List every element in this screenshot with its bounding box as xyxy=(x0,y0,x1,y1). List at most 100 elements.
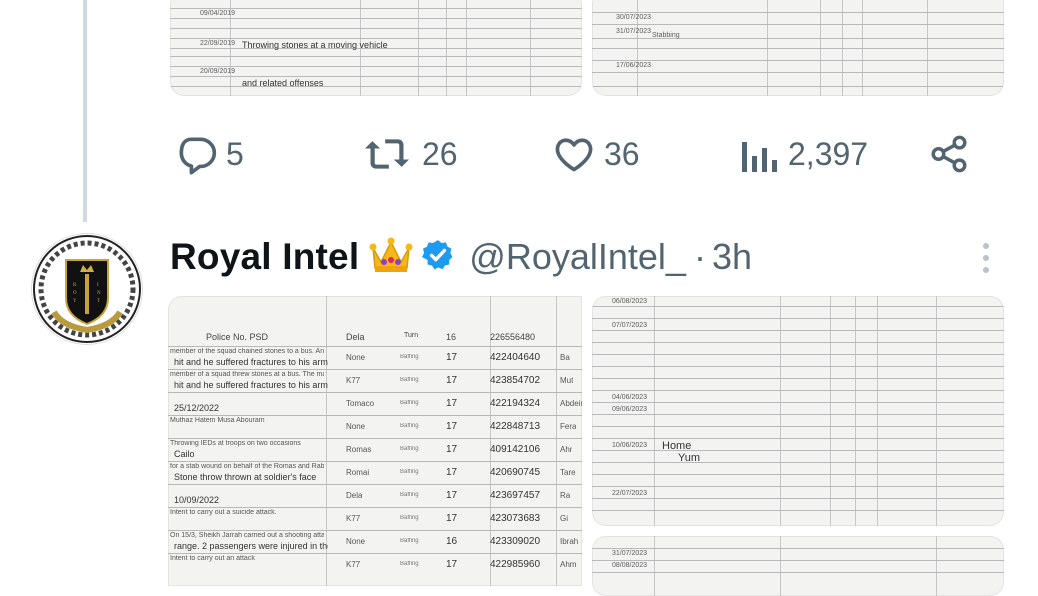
author-name[interactable]: Royal Intel xyxy=(170,236,359,278)
doc-handwritten-home: Home xyxy=(662,440,692,452)
row-id: 420690745 xyxy=(490,467,541,478)
row-type: Baffing xyxy=(400,561,419,567)
previous-media-right[interactable]: 30/07/2023 31/07/2023 17/06/2023 Stabbin… xyxy=(592,0,1004,96)
row-status: Dela xyxy=(346,491,363,500)
row-type: Baffing xyxy=(400,469,419,475)
views-count: 2,397 xyxy=(788,135,869,172)
row-type: Baffing xyxy=(400,515,419,521)
row-age: 17 xyxy=(446,375,458,386)
author-handle[interactable]: @RoyalIntel_ xyxy=(469,236,686,278)
repost-count: 26 xyxy=(422,135,458,172)
row-status: None xyxy=(346,537,366,546)
row-id: 423697457 xyxy=(490,490,541,501)
row-name: Tare xyxy=(560,468,576,477)
header-police: Police No. PSD xyxy=(206,332,269,342)
table-row: for a stab wound on behalf of the Romas … xyxy=(168,461,582,484)
row-id: 422404640 xyxy=(490,352,541,363)
row-status: None xyxy=(346,422,366,431)
verified-badge-icon[interactable] xyxy=(421,238,455,277)
svg-text:N: N xyxy=(97,291,101,296)
row-desc: On 15/3, Sheikh Jarrah carried out a sho… xyxy=(170,532,324,539)
row-desc: member of a squad threw stones at a bus.… xyxy=(170,371,324,378)
svg-text:T: T xyxy=(97,299,100,304)
thread-line xyxy=(83,0,87,222)
row-name: Gi xyxy=(560,514,568,523)
share-icon xyxy=(928,133,970,175)
table-row: On 15/3, Sheikh Jarrah carried out a sho… xyxy=(168,530,582,553)
row-id: 409142106 xyxy=(490,444,541,455)
row-status: None xyxy=(346,353,366,362)
row-type: Baffing xyxy=(400,538,419,544)
tweet-action-bar: 5 26 36 2,397 xyxy=(0,128,1038,180)
tweet-header: Royal Intel @RoyalIntel_ · 3h xyxy=(170,232,752,282)
row-name: Ra xyxy=(560,491,571,500)
header-age: 16 xyxy=(446,332,457,342)
row-name: Ibrah xyxy=(560,537,579,546)
row-desc: Throwing IEDs at troops on two occasions xyxy=(170,440,301,447)
reply-button[interactable]: 5 xyxy=(174,128,244,180)
document-table: member of the squad chained stones to a … xyxy=(168,330,582,576)
table-row: member of the squad chained stones to a … xyxy=(168,346,582,369)
tweet-media-right[interactable]: 06/08/2023 07/07/2023 04/06/2023 09/06/2… xyxy=(592,296,1004,526)
row-desc2: Cailo xyxy=(174,449,195,459)
row-id: 423854702 xyxy=(490,375,541,386)
row-type: Baffing xyxy=(400,492,419,498)
row-id: 423309020 xyxy=(490,536,541,547)
more-options-icon[interactable] xyxy=(980,240,992,274)
row-age: 17 xyxy=(446,421,458,432)
previous-media-left[interactable]: 09/04/2019 22/09/2019 20/09/2019 Throwin… xyxy=(170,0,582,96)
analytics-icon xyxy=(740,132,780,176)
repost-icon xyxy=(360,132,414,176)
table-row: Intent to carry out an attack K77 Baffing 1… xyxy=(168,553,582,576)
table-row: Throwing IEDs at troops on two occasions… xyxy=(168,438,582,461)
table-row: Muthaz Hatem Musa Abouram None Baffing 17 42… xyxy=(168,415,582,438)
tweet-timestamp[interactable]: 3h xyxy=(712,236,752,278)
row-desc2: Stone throw thrown at soldier's face xyxy=(174,472,317,482)
header-status: Dela xyxy=(346,332,365,342)
author-avatar[interactable]: R O Y I N T xyxy=(32,234,142,344)
row-status: K77 xyxy=(346,514,361,523)
row-status: K77 xyxy=(346,376,361,385)
row-desc: for a stab wound on behalf of the Romas … xyxy=(170,463,324,470)
row-status: Romai xyxy=(346,468,370,477)
like-button[interactable]: 36 xyxy=(552,128,640,180)
row-desc: Intent to carry out a suicide attack. xyxy=(170,509,277,516)
row-status: Tomaco xyxy=(346,399,375,408)
row-name: Mut xyxy=(560,376,574,385)
document-table-header: Police No. PSD Dela Turn 16 226556480 xyxy=(168,330,582,346)
row-desc2: 25/12/2022 xyxy=(174,403,220,413)
row-type: Baffing xyxy=(400,400,419,406)
row-age: 17 xyxy=(446,467,458,478)
row-status: K77 xyxy=(346,560,361,569)
repost-button[interactable]: 26 xyxy=(360,128,458,180)
row-desc: member of the squad chained stones to a … xyxy=(170,348,324,355)
row-id: 422848713 xyxy=(490,421,541,432)
svg-text:O: O xyxy=(73,291,77,296)
views-button[interactable]: 2,397 xyxy=(740,128,868,180)
row-status: Romas xyxy=(346,445,372,454)
header-id: 226556480 xyxy=(490,332,536,342)
row-desc2: range. 2 passengers were injured in the … xyxy=(174,541,328,551)
row-name: Abdeir xyxy=(560,399,582,408)
row-name: Ahr xyxy=(560,445,573,454)
row-age: 17 xyxy=(446,559,458,570)
table-row: 10/09/2022 Dela Baffing 17 423697457 Ra xyxy=(168,484,582,507)
row-age: 17 xyxy=(446,513,458,524)
row-id: 423073683 xyxy=(490,513,541,524)
row-desc2: 10/09/2022 xyxy=(174,495,220,505)
reply-icon xyxy=(174,132,218,176)
share-button[interactable] xyxy=(928,128,970,180)
table-row: 25/12/2022 Tomaco Baffing 17 422194324 Abdeir xyxy=(168,392,582,415)
tweet-media-bottom-right[interactable]: 31/07/2023 08/08/2023 xyxy=(592,536,1004,596)
table-row: member of a squad threw stones at a bus.… xyxy=(168,369,582,392)
row-type: Baffing xyxy=(400,377,419,383)
reply-count: 5 xyxy=(226,135,244,172)
header-type: Turn xyxy=(404,332,419,339)
svg-text:Y: Y xyxy=(73,299,77,304)
row-type: Baffing xyxy=(400,446,419,452)
row-desc2: hit and he suffered fractures to his arm xyxy=(174,357,328,367)
row-age: 17 xyxy=(446,398,458,409)
like-count: 36 xyxy=(604,135,640,172)
row-id: 422985960 xyxy=(490,559,541,570)
row-age: 17 xyxy=(446,352,458,363)
